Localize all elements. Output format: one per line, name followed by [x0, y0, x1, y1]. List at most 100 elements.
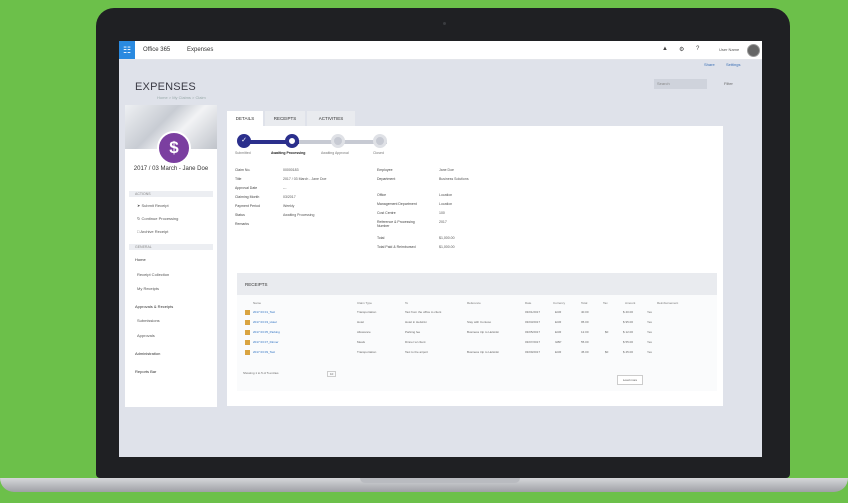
claim-type: Hotel: [357, 320, 365, 324]
table-row[interactable]: 2017 03 09_Taxi Transportation Taxi to t…: [245, 349, 715, 357]
column-header[interactable]: Date: [525, 301, 531, 305]
tab-receipts[interactable]: RECEIPTS: [265, 111, 305, 126]
app-title[interactable]: Office 365: [143, 47, 170, 53]
module-title[interactable]: Expenses: [187, 47, 213, 53]
receipt-reference: Business trip to Helsinki: [467, 350, 499, 354]
receipt-currency: EUR: [555, 330, 562, 334]
field-value: Location: [439, 202, 453, 206]
receipt-amount: $ 55.00: [623, 340, 634, 344]
action-label: Submit Receipt: [141, 203, 169, 208]
nav-header: GENERAL: [129, 244, 213, 250]
search-input[interactable]: Search: [654, 79, 707, 89]
field-label: Payment Period: [235, 204, 260, 208]
field-label: Title: [235, 177, 242, 181]
receipt-name[interactable]: 2017 03 09_Taxi: [253, 350, 275, 354]
receipt-date: 03/03/2017: [525, 320, 541, 324]
nav-approvals[interactable]: Approvals: [137, 333, 155, 338]
column-header[interactable]: Reference: [467, 301, 481, 305]
share-link[interactable]: Share: [704, 62, 715, 67]
table-row[interactable]: 2017 03 05_Parking Allowance Parking fee…: [245, 329, 715, 337]
receipt-total: 12.00: [581, 330, 589, 334]
field-value: Jane Doe: [439, 168, 454, 172]
filter-button[interactable]: Filter: [724, 81, 733, 86]
nav-home[interactable]: Home: [135, 257, 146, 262]
app-screen: ☷ Office 365 Expenses ▲ ⚙ ? User Name Sh…: [119, 41, 762, 457]
field-label: Remarks: [235, 222, 250, 226]
receipt-name[interactable]: 2017 03 01_Taxi: [253, 310, 275, 314]
step-closed[interactable]: [373, 134, 387, 148]
action-continue-processing[interactable]: ↻ Continue Processing: [137, 216, 178, 221]
receipt-name[interactable]: 2017 03 03_Hotel: [253, 320, 277, 324]
table-row[interactable]: 2017 03 03_Hotel Hotel Hotel in Helsinki…: [245, 319, 715, 327]
settings-icon[interactable]: ⚙: [679, 46, 684, 53]
nav-receipt-collection[interactable]: Receipt Collection: [137, 272, 169, 277]
column-header[interactable]: Claim Type: [357, 301, 372, 305]
app-launcher-icon[interactable]: ☷: [119, 41, 135, 59]
column-header[interactable]: Reimbursement: [657, 301, 678, 305]
nav-administration[interactable]: Administration: [135, 351, 160, 356]
load-more-button[interactable]: Load more: [617, 375, 643, 385]
receipt-total: 45.00: [581, 350, 589, 354]
column-header[interactable]: To: [405, 301, 408, 305]
avatar[interactable]: [747, 44, 760, 57]
action-submit-receipt[interactable]: ➤ Submit Receipt: [137, 203, 169, 208]
receipt-icon: [245, 320, 250, 325]
claim-name: 2017 / 03 March - Jane Doe: [133, 166, 209, 172]
receipt-to: Parking fee: [405, 330, 421, 334]
receipt-date: 03/09/2017: [525, 350, 541, 354]
step-submitted[interactable]: ✓: [237, 134, 251, 148]
top-bar: ☷ Office 365 Expenses ▲ ⚙ ? User Name: [119, 41, 762, 60]
nav-approvals-receipts[interactable]: Approvals & Receipts: [135, 304, 173, 309]
field-value: $1,000.00: [439, 245, 455, 249]
page-title: EXPENSES: [135, 81, 196, 93]
field-value: Weekly: [283, 204, 295, 208]
field-value: Location: [439, 193, 453, 197]
field-label: Employee: [377, 168, 393, 172]
receipt-icon: [245, 350, 250, 355]
receipts-header: [237, 273, 717, 295]
receipt-icon: [245, 340, 250, 345]
column-header[interactable]: Total: [581, 301, 587, 305]
tab-activities[interactable]: ACTIVITIES: [307, 111, 355, 126]
nav-my-receipts[interactable]: My Receipts: [137, 286, 159, 291]
pagination-info: Showing 1 to 5 of 5 entries: [243, 371, 279, 375]
nav-reports[interactable]: Reports Bar: [135, 369, 156, 374]
step-awaiting-approval[interactable]: [331, 134, 345, 148]
receipt-reimbursement: Yes: [647, 330, 652, 334]
sub-bar: Share Settings: [119, 59, 762, 69]
field-value: 03/2017: [283, 195, 296, 199]
receipt-tax: $0: [605, 350, 609, 354]
field-label: Claiming Month: [235, 195, 260, 199]
receipt-total: 95.00: [581, 320, 589, 324]
field-label: Total Paid & Reimbursed: [377, 245, 416, 249]
page-size-select[interactable]: 10: [327, 371, 337, 377]
receipt-tax: $0: [605, 330, 609, 334]
column-header[interactable]: Tax: [603, 301, 608, 305]
help-icon[interactable]: ?: [696, 46, 699, 52]
receipts-section: RECEIPTS Name Claim Type To Reference Da…: [237, 273, 717, 391]
notification-icon[interactable]: ▲: [662, 46, 668, 52]
step-label: Awaiting Processing: [271, 151, 306, 155]
receipt-name[interactable]: 2017 03 05_Parking: [253, 330, 280, 334]
receipt-currency: EUR: [555, 310, 562, 314]
nav-submissions[interactable]: Submissions: [137, 318, 160, 323]
tab-details[interactable]: DETAILS: [227, 111, 263, 126]
receipt-reimbursement: Yes: [647, 340, 652, 344]
column-header[interactable]: Name: [253, 301, 261, 305]
receipt-amount: $ 95.00: [623, 320, 634, 324]
action-archive-receipt[interactable]: □ Archive Receipt: [137, 229, 168, 234]
step-awaiting-processing[interactable]: [285, 134, 299, 148]
table-row[interactable]: 2017 03 01_Taxi Transportation Taxi from…: [245, 309, 715, 317]
table-row[interactable]: 2017 03 07_Dinner Meals Dinner w/ client…: [245, 339, 715, 347]
field-value: $1,000.00: [439, 236, 455, 240]
receipt-name[interactable]: 2017 03 07_Dinner: [253, 340, 279, 344]
action-label: Continue Processing: [141, 216, 179, 221]
column-header[interactable]: Amount: [625, 301, 635, 305]
settings-link[interactable]: Settings: [726, 62, 740, 67]
receipt-to: Taxi from the office to client: [405, 310, 442, 314]
breadcrumb[interactable]: Home > My Claims > Claim: [157, 95, 206, 100]
user-name[interactable]: User Name: [719, 47, 739, 52]
column-header[interactable]: Currency: [553, 301, 565, 305]
field-label: Reference & Processing Number: [377, 220, 415, 228]
camera-icon: [443, 22, 446, 25]
